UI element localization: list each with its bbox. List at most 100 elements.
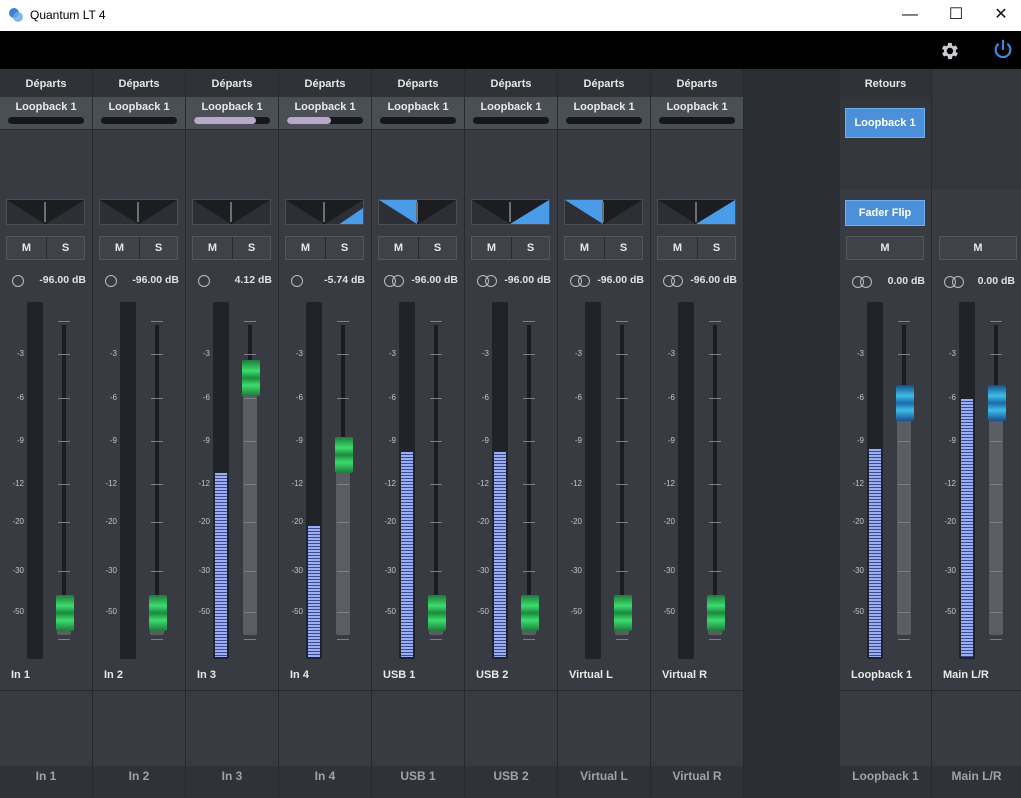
returns-strip: Retours Loopback 1 Fader Flip M 0.00 dB -3 -6 -… [840,69,932,798]
pan-graphic [7,200,84,224]
close-button[interactable]: ✕ [978,0,1021,31]
maximize-button[interactable]: ☐ [933,0,979,31]
fader-track[interactable] [429,325,443,635]
channel-bottom-label[interactable]: In 3 [186,766,278,798]
solo-button[interactable]: S [233,237,270,259]
send-level-bar[interactable] [287,117,363,124]
send-selector[interactable]: Loopback 1 [186,97,278,130]
send-selector[interactable]: Loopback 1 [93,97,185,130]
channel-bottom-label[interactable]: Loopback 1 [840,766,931,798]
fader-knob[interactable] [335,437,353,474]
send-level-bar[interactable] [8,117,84,124]
pan-control[interactable] [6,199,85,225]
send-selector[interactable]: Loopback 1 [279,97,371,130]
pan-control[interactable] [99,199,178,225]
fader-knob[interactable] [242,359,260,396]
solo-button[interactable]: S [512,237,549,259]
solo-button[interactable]: S [47,237,84,259]
send-level-bar[interactable] [194,117,270,124]
mute-button[interactable]: M [472,237,511,259]
mute-button[interactable]: M [939,236,1017,260]
channel-bottom-label[interactable]: Virtual L [558,766,650,798]
channel-bottom-label[interactable]: USB 1 [372,766,464,798]
solo-button[interactable]: S [140,237,177,259]
fader-knob[interactable] [149,595,167,632]
send-selector[interactable]: Loopback 1 [558,97,650,130]
fader-knob[interactable] [988,384,1006,421]
scale-label: -20 [477,517,489,526]
channel-bottom-label[interactable]: Virtual R [651,766,743,798]
send-selector[interactable]: Loopback 1 [372,97,464,130]
channel-strip: Départs Loopback 1 M S -96.00 dB -3 -6 -9 -12 -20… [0,69,93,798]
mute-button[interactable]: M [7,237,46,259]
pan-control[interactable] [471,199,550,225]
mute-button[interactable]: M [100,237,139,259]
fader-tick [898,571,910,572]
link-icon[interactable] [291,275,303,287]
channel-bottom-label[interactable]: In 1 [0,766,92,798]
send-selector[interactable]: Loopback 1 [465,97,557,130]
pan-control[interactable] [657,199,736,225]
send-selector[interactable]: Loopback 1 [0,97,92,130]
channel-bottom-label[interactable]: USB 2 [465,766,557,798]
fader-track[interactable] [57,325,71,635]
channel-bottom-label[interactable]: Main L/R [932,766,1021,798]
link-icon[interactable] [105,275,117,287]
fader-track[interactable] [522,325,536,635]
send-level-bar[interactable] [380,117,456,124]
link-icon[interactable] [12,275,24,287]
fader-track[interactable] [897,325,911,635]
fader-tick [990,321,1002,322]
mute-button[interactable]: M [379,237,418,259]
send-selector[interactable]: Loopback 1 [651,97,743,130]
channel-bottom-label[interactable]: In 4 [279,766,371,798]
fader-knob[interactable] [707,595,725,632]
scale-label: -6 [16,393,24,402]
return-target-button[interactable]: Loopback 1 [845,108,925,138]
fader-tick [244,321,256,322]
solo-button[interactable]: S [698,237,735,259]
level-meter [678,302,694,659]
fader-track[interactable] [708,325,722,635]
fader-knob[interactable] [56,595,74,632]
send-level-bar[interactable] [659,117,735,124]
app-logo-icon [9,8,23,22]
mute-button[interactable]: M [193,237,232,259]
fader-track[interactable] [989,325,1003,635]
channel-bottom-label[interactable]: In 2 [93,766,185,798]
send-level-bar[interactable] [566,117,642,124]
solo-button[interactable]: S [605,237,642,259]
scale-label: -3 [295,349,303,358]
minimize-button[interactable]: — [887,0,933,31]
pan-graphic [286,200,363,224]
fader-knob[interactable] [428,595,446,632]
mute-button[interactable]: M [658,237,697,259]
link-icon[interactable] [198,275,210,287]
fader-tick [898,354,910,355]
fader-track[interactable] [150,325,164,635]
solo-button[interactable]: S [419,237,456,259]
scale-label: -3 [388,349,396,358]
power-icon[interactable] [992,38,1014,60]
fader-knob[interactable] [521,595,539,632]
pan-control[interactable] [285,199,364,225]
fader-tick [337,354,349,355]
fader-tick [430,522,442,523]
fader-track[interactable] [615,325,629,635]
fader-knob[interactable] [614,595,632,632]
mute-button[interactable]: M [286,237,325,259]
send-level-bar[interactable] [101,117,177,124]
pan-control[interactable] [564,199,643,225]
fader-knob[interactable] [896,384,914,421]
mute-button[interactable]: M [846,236,924,260]
pan-control[interactable] [378,199,457,225]
toolbar [0,31,1021,69]
fader-flip-button[interactable]: Fader Flip [845,200,925,226]
solo-button[interactable]: S [326,237,363,259]
send-level-bar[interactable] [473,117,549,124]
pan-control[interactable] [192,199,271,225]
gear-icon[interactable] [938,40,960,62]
mute-button[interactable]: M [565,237,604,259]
fader-track[interactable] [336,325,350,635]
fader-tick [898,441,910,442]
